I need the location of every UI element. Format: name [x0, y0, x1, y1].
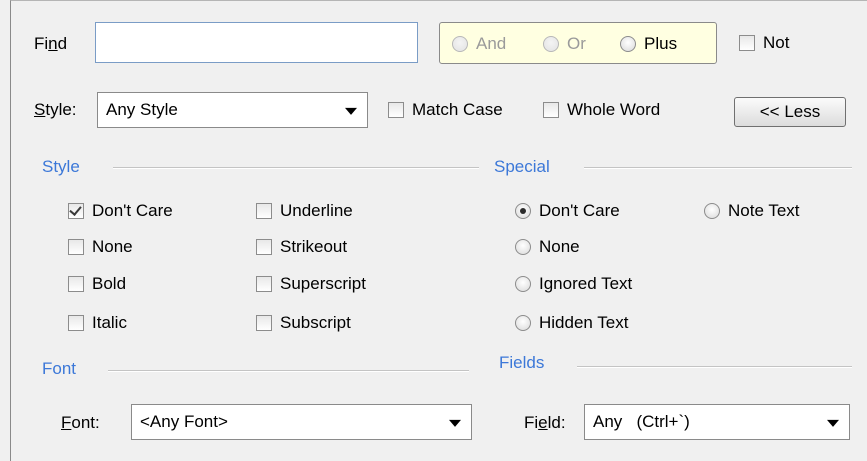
- or-option[interactable]: Or: [543, 34, 586, 54]
- checkbox-icon: [68, 315, 84, 331]
- whole-word-checkbox-icon: [543, 102, 559, 118]
- fields-section-divider: [577, 366, 852, 368]
- and-radio-icon: [452, 36, 468, 52]
- checkbox-icon: [256, 276, 272, 292]
- font-select-value: <Any Font>: [140, 412, 228, 431]
- radio-icon: [515, 276, 531, 292]
- special-hidden-text-label: Hidden Text: [539, 313, 629, 332]
- special-section-divider: [584, 167, 852, 169]
- chevron-down-icon: [827, 419, 839, 427]
- checkbox-icon: [256, 203, 272, 219]
- match-case-checkbox-icon: [388, 102, 404, 118]
- match-case-label: Match Case: [412, 100, 503, 119]
- find-input[interactable]: [95, 22, 418, 63]
- plus-label: Plus: [644, 34, 678, 53]
- selected-radio-icon: [515, 203, 531, 219]
- checkbox-icon: [256, 239, 272, 255]
- style-section-title: Style: [42, 157, 80, 176]
- less-button[interactable]: << Less: [734, 97, 846, 127]
- style-label: Style:: [34, 100, 77, 119]
- checked-checkbox-icon: [68, 203, 84, 219]
- style-none-option[interactable]: None: [68, 237, 133, 257]
- special-none-label: None: [539, 237, 580, 256]
- not-option[interactable]: Not: [739, 33, 789, 53]
- fields-section-title: Fields: [499, 353, 545, 372]
- style-superscript-label: Superscript: [280, 274, 366, 293]
- whole-word-label: Whole Word: [567, 100, 661, 119]
- style-italic-label: Italic: [92, 313, 127, 332]
- style-bold-option[interactable]: Bold: [68, 274, 126, 294]
- special-dont-care-option[interactable]: Don't Care: [515, 201, 620, 221]
- whole-word-option[interactable]: Whole Word: [543, 100, 660, 120]
- style-subscript-label: Subscript: [280, 313, 351, 332]
- special-hidden-text-option[interactable]: Hidden Text: [515, 313, 628, 333]
- special-none-option[interactable]: None: [515, 237, 580, 257]
- checkbox-icon: [68, 239, 84, 255]
- field-select[interactable]: Any (Ctrl+`): [584, 404, 850, 440]
- logic-group: And Or Plus: [439, 22, 717, 64]
- special-section-title: Special: [494, 157, 550, 176]
- radio-icon: [515, 315, 531, 331]
- font-section-divider: [108, 370, 469, 372]
- style-strikeout-option[interactable]: Strikeout: [256, 237, 347, 257]
- and-label: And: [476, 34, 507, 53]
- font-select[interactable]: <Any Font>: [131, 404, 472, 440]
- chevron-down-icon: [449, 419, 461, 427]
- find-label: Find: [34, 34, 68, 53]
- chevron-down-icon: [345, 107, 357, 115]
- special-note-text-option[interactable]: Note Text: [704, 201, 800, 221]
- style-underline-label: Underline: [280, 201, 353, 220]
- style-bold-label: Bold: [92, 274, 127, 293]
- special-dont-care-label: Don't Care: [539, 201, 620, 220]
- font-section-title: Font: [42, 359, 77, 378]
- plus-option[interactable]: Plus: [620, 34, 677, 54]
- style-dont-care-option[interactable]: Don't Care: [68, 201, 173, 221]
- style-italic-option[interactable]: Italic: [68, 313, 127, 333]
- match-case-option[interactable]: Match Case: [388, 100, 503, 120]
- style-select-value: Any Style: [106, 100, 178, 119]
- field-select-value: Any (Ctrl+`): [593, 412, 690, 431]
- plus-radio-icon: [620, 36, 636, 52]
- checkbox-icon: [256, 315, 272, 331]
- not-label: Not: [763, 33, 790, 52]
- style-dont-care-label: Don't Care: [92, 201, 173, 220]
- and-option[interactable]: And: [452, 34, 506, 54]
- style-none-label: None: [92, 237, 133, 256]
- special-ignored-text-option[interactable]: Ignored Text: [515, 274, 632, 294]
- style-section-divider: [113, 167, 479, 169]
- special-ignored-text-label: Ignored Text: [539, 274, 633, 293]
- font-label: Font:: [61, 413, 100, 432]
- style-select[interactable]: Any Style: [97, 92, 368, 128]
- style-underline-option[interactable]: Underline: [256, 201, 353, 221]
- radio-icon: [704, 203, 720, 219]
- not-checkbox-icon: [739, 35, 755, 51]
- find-options-panel: Find And Or Plus Not Style: Any Style Ma…: [10, 0, 867, 461]
- field-label: Field:: [524, 413, 566, 432]
- checkbox-icon: [68, 276, 84, 292]
- style-subscript-option[interactable]: Subscript: [256, 313, 351, 333]
- special-note-text-label: Note Text: [728, 201, 800, 220]
- or-label: Or: [567, 34, 586, 53]
- less-button-label: << Less: [759, 102, 821, 121]
- style-superscript-option[interactable]: Superscript: [256, 274, 366, 294]
- style-strikeout-label: Strikeout: [280, 237, 348, 256]
- or-radio-icon: [543, 36, 559, 52]
- radio-icon: [515, 239, 531, 255]
